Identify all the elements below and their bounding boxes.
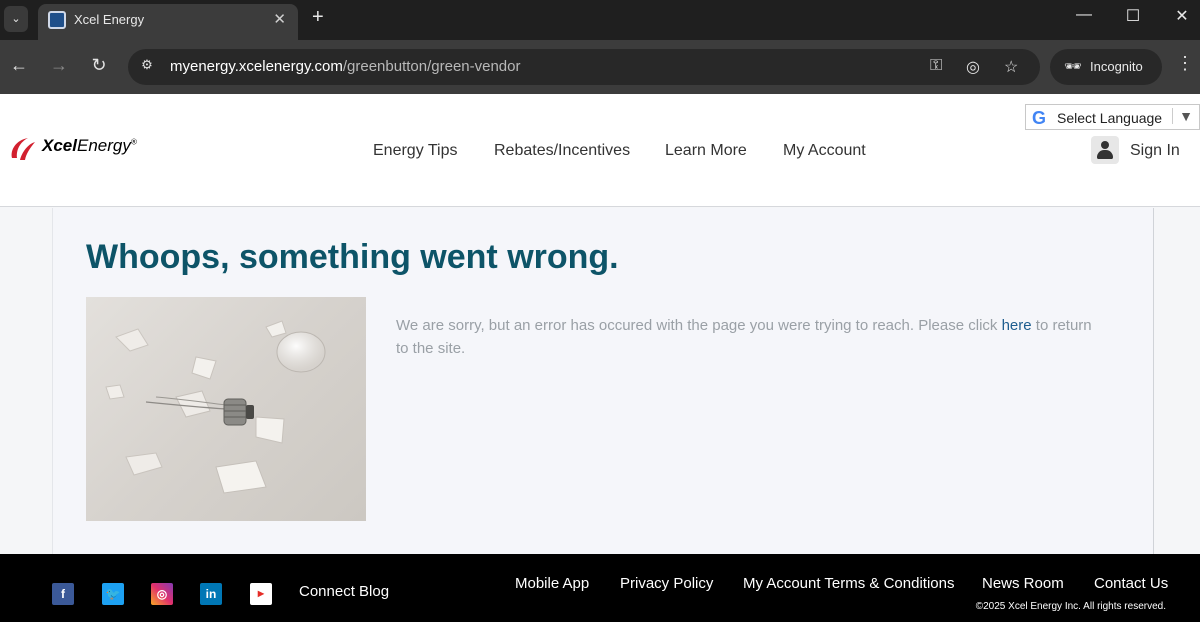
browser-tabstrip: ⌄ Xcel Energy ✕ + — ☐ ✕ [0, 0, 1200, 40]
incognito-icon: 🕶 [1064, 58, 1082, 74]
incognito-chip[interactable]: 🕶 Incognito [1050, 49, 1162, 85]
language-select-label: Select Language [1057, 110, 1163, 126]
footer-contact-us-link[interactable]: Contact Us [1094, 575, 1168, 592]
youtube-icon[interactable]: ▶ [250, 583, 272, 605]
language-select[interactable]: G Select Language ▼ [1025, 104, 1200, 130]
error-message: We are sorry, but an error has occured w… [396, 314, 1096, 360]
window-close-icon[interactable]: ✕ [1167, 6, 1197, 26]
nav-my-account[interactable]: My Account [783, 142, 866, 160]
address-bar[interactable]: ⚙ myenergy.xcelenergy.com/greenbutton/gr… [128, 49, 1040, 85]
back-arrow-icon[interactable]: ← [8, 55, 30, 76]
site-header: XcelEnergy® G Select Language ▼ Energy T… [0, 94, 1200, 207]
google-g-icon: G [1032, 108, 1047, 128]
new-tab-icon[interactable]: + [312, 6, 324, 29]
bookmark-star-icon[interactable]: ☆ [1004, 57, 1018, 77]
tab-favicon-icon [48, 11, 66, 29]
broken-bulb-image [86, 297, 366, 521]
instagram-icon[interactable]: ◎ [151, 583, 173, 605]
minimize-icon[interactable]: — [1069, 6, 1099, 24]
linkedin-icon[interactable]: in [200, 583, 222, 605]
return-here-link[interactable]: here [1002, 317, 1032, 334]
facebook-icon[interactable]: f [52, 583, 74, 605]
site-info-icon[interactable]: ⚙ [138, 57, 156, 75]
tab-title: Xcel Energy [74, 12, 145, 27]
broken-light-bulb-illustration [105, 320, 326, 494]
nav-energy-tips[interactable]: Energy Tips [373, 142, 457, 160]
reload-icon[interactable]: ↻ [88, 55, 110, 76]
copyright-text: ©2025 Xcel Energy Inc. All rights reserv… [975, 601, 1166, 612]
tab-close-icon[interactable]: ✕ [273, 10, 286, 28]
url-text[interactable]: myenergy.xcelenergy.com/greenbutton/gree… [170, 58, 521, 75]
error-message-text: We are sorry, but an error has occured w… [396, 317, 1002, 334]
user-icon [1091, 136, 1119, 164]
eye-off-icon[interactable]: ◎ [966, 57, 980, 77]
connect-blog-link[interactable]: Connect Blog [299, 583, 389, 600]
logo-wordmark: XcelEnergy® [42, 136, 137, 155]
site-footer: f 🐦 ◎ in ▶ Connect Blog Mobile App Priva… [0, 554, 1200, 622]
password-key-icon[interactable]: ⚿ [930, 57, 942, 75]
nav-rebates-incentives[interactable]: Rebates/Incentives [494, 142, 630, 160]
footer-terms-link[interactable]: My Account Terms & Conditions [743, 575, 954, 592]
forward-arrow-icon[interactable]: → [48, 55, 70, 76]
footer-mobile-app-link[interactable]: Mobile App [515, 575, 589, 592]
footer-news-room-link[interactable]: News Room [982, 575, 1064, 592]
browser-tab[interactable]: Xcel Energy ✕ [38, 4, 298, 40]
browser-toolbar: ← → ↻ ⚙ myenergy.xcelenergy.com/greenbut… [0, 40, 1200, 94]
xcel-logo-swoosh-icon [11, 138, 35, 160]
dropdown-arrow-icon: ▼ [1172, 108, 1193, 124]
twitter-icon[interactable]: 🐦 [102, 583, 124, 605]
maximize-icon[interactable]: ☐ [1118, 6, 1148, 26]
tab-search-button[interactable]: ⌄ [4, 6, 28, 32]
sign-in-label: Sign In [1130, 142, 1180, 159]
footer-privacy-policy-link[interactable]: Privacy Policy [620, 575, 713, 592]
nav-learn-more[interactable]: Learn More [665, 142, 747, 160]
incognito-label: Incognito [1090, 59, 1143, 74]
browser-menu-icon[interactable]: ⋮ [1176, 53, 1194, 74]
page-title: Whoops, something went wrong. [86, 238, 619, 276]
